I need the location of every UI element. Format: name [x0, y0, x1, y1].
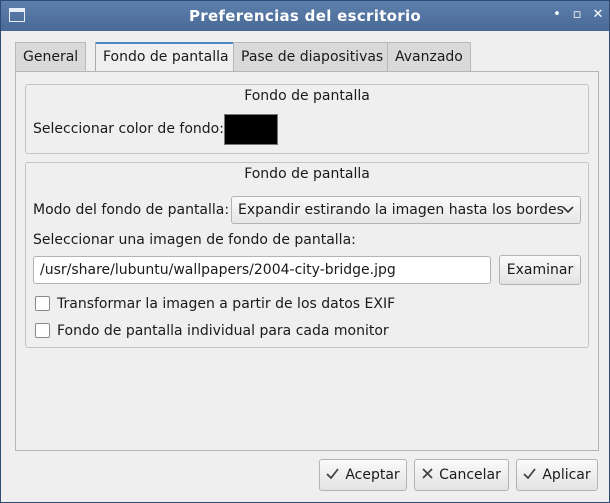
mode-label: Modo del fondo de pantalla: — [33, 202, 230, 218]
minimize-icon[interactable]: • — [549, 7, 565, 23]
accept-label: Aceptar — [345, 467, 400, 483]
close-icon[interactable]: ✕ — [590, 7, 606, 23]
exif-label[interactable]: Transformar la imagen a partir de los da… — [57, 295, 395, 313]
window-title: Preferencias del escritorio — [188, 7, 422, 25]
checkmark-icon — [326, 460, 340, 490]
maximize-icon[interactable]: ▫ — [569, 7, 585, 23]
tab-fondo-de-pantalla[interactable]: Fondo de pantalla — [95, 42, 237, 73]
background-color-group: Fondo de pantalla Seleccionar color de f… — [25, 84, 589, 154]
image-path-input[interactable]: /usr/share/lubuntu/wallpapers/2004-city-… — [33, 256, 491, 284]
cancel-label: Cancelar — [439, 467, 501, 483]
per-monitor-label[interactable]: Fondo de pantalla individual para cada m… — [57, 322, 389, 340]
apply-label: Aplicar — [542, 467, 591, 483]
accept-button[interactable]: Aceptar — [319, 459, 407, 491]
tab-panel: Fondo de pantalla Seleccionar color de f… — [15, 71, 599, 451]
title-bar[interactable]: Preferencias del escritorio • ▫ ✕ — [1, 1, 609, 31]
group-title: Fondo de pantalla — [244, 88, 370, 104]
chevron-down-icon — [562, 197, 574, 232]
per-monitor-checkbox[interactable] — [35, 323, 50, 338]
tab-pase-de-diapositivas[interactable]: Pase de diapositivas — [233, 42, 392, 71]
tab-general[interactable]: General — [15, 42, 87, 71]
mode-dropdown-value: Expandir estirando la imagen hasta los b… — [238, 202, 564, 218]
browse-button[interactable]: Examinar — [499, 255, 581, 285]
color-swatch-button[interactable] — [224, 114, 278, 145]
image-label: Seleccionar una imagen de fondo de panta… — [33, 232, 356, 248]
mode-dropdown[interactable]: Expandir estirando la imagen hasta los b… — [231, 196, 581, 224]
checkmark-icon — [523, 460, 537, 490]
background-image-group: Fondo de pantalla Modo del fondo de pant… — [25, 162, 589, 348]
apply-button[interactable]: Aplicar — [516, 459, 598, 491]
cross-icon — [422, 460, 433, 490]
group-title: Fondo de pantalla — [244, 166, 370, 182]
color-label: Seleccionar color de fondo: — [33, 121, 224, 137]
cancel-button[interactable]: Cancelar — [414, 459, 509, 491]
tab-avanzado[interactable]: Avanzado — [387, 42, 471, 71]
preferences-window: Preferencias del escritorio • ▫ ✕ Genera… — [0, 0, 610, 503]
exif-checkbox[interactable] — [35, 296, 50, 311]
